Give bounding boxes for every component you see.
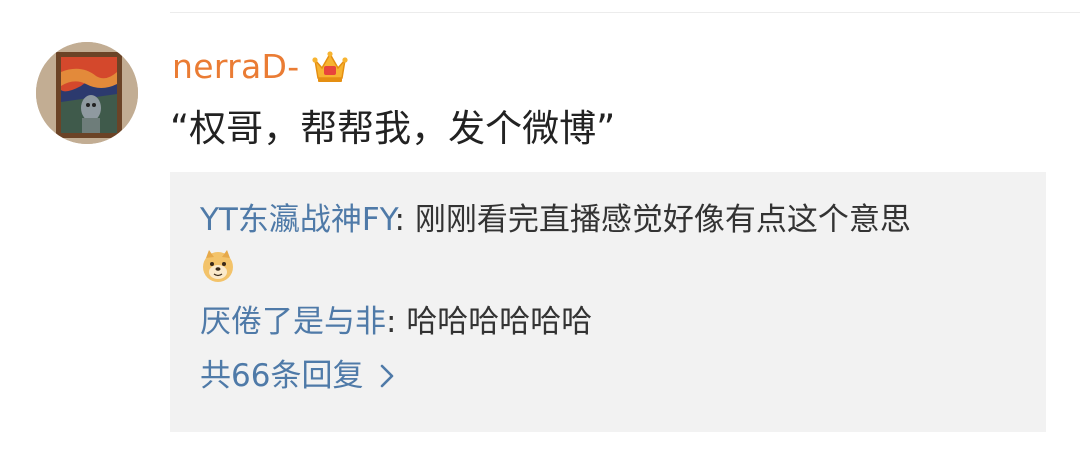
doge-emoji-icon xyxy=(200,248,236,284)
reply-username[interactable]: 厌倦了是与非 xyxy=(200,304,386,340)
reply-item[interactable]: YT东瀛战神FY: 刚刚看完直播感觉好像有点这个意思 xyxy=(200,198,911,242)
username-row: nerraD- xyxy=(172,42,349,92)
more-replies-label: 共66条回复 xyxy=(200,358,364,394)
avatar[interactable] xyxy=(36,42,138,144)
reply-text: 刚刚看完直播感觉好像有点这个意思 xyxy=(414,202,911,238)
comment-text: “权哥，帮帮我，发个微博” xyxy=(170,107,616,150)
divider xyxy=(170,12,1080,13)
reply-item[interactable]: 厌倦了是与非: 哈哈哈哈哈哈 xyxy=(200,300,592,344)
weibo-comment-card: nerraD- “权哥，帮帮我，发个微博” YT东瀛战神FY: 刚刚看完直播感觉… xyxy=(0,0,1080,449)
chevron-right-icon xyxy=(379,363,395,389)
reply-separator: : xyxy=(394,202,415,238)
username[interactable]: nerraD- xyxy=(172,42,299,92)
reply-username[interactable]: YT东瀛战神FY xyxy=(200,202,395,238)
vip-crown-icon[interactable] xyxy=(311,48,349,86)
avatar-image xyxy=(36,42,138,144)
reply-separator: : xyxy=(386,304,407,340)
reply-text: 哈哈哈哈哈哈 xyxy=(406,304,593,340)
replies-container: YT东瀛战神FY: 刚刚看完直播感觉好像有点这个意思 厌倦了是与非: 哈哈哈哈哈… xyxy=(170,172,1046,432)
view-more-replies-link[interactable]: 共66条回复 xyxy=(200,354,395,398)
